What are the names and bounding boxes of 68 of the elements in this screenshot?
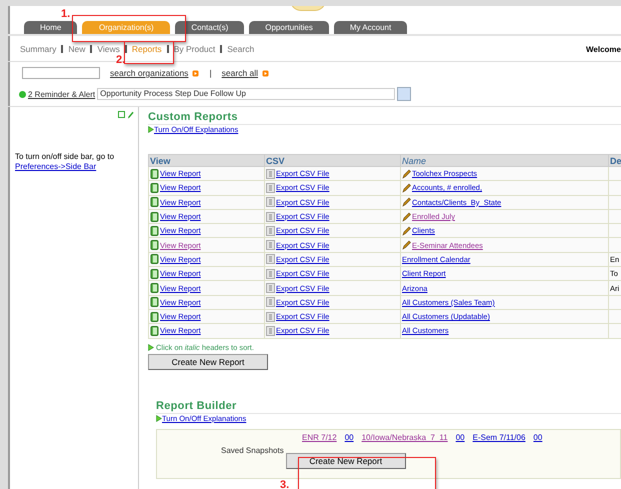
- create-report-button[interactable]: Create New Report: [148, 354, 268, 370]
- book-icon: [150, 212, 159, 222]
- snapshot-link[interactable]: ENR 7/12: [302, 432, 337, 442]
- step-label: 1.: [61, 8, 70, 20]
- snapshot-link[interactable]: E-Sem 7/11/06: [472, 432, 526, 442]
- status-dot-icon: [19, 90, 26, 98]
- subnav-link[interactable]: Views: [97, 44, 120, 54]
- arrow-icon: [148, 126, 154, 133]
- arrow-icon: [192, 70, 200, 76]
- column-header: De: [608, 154, 621, 166]
- nav-tab[interactable]: My Account: [334, 21, 408, 34]
- snapshots-label: Saved Snapshots: [221, 446, 284, 455]
- snapshot-count-link[interactable]: 00: [456, 432, 465, 442]
- snapshot-link[interactable]: 10/Iowa/Nebraska_7_11: [362, 432, 448, 442]
- book-icon: [150, 254, 159, 264]
- snapshot-count-link[interactable]: 00: [344, 432, 354, 442]
- book-icon: [150, 226, 159, 236]
- document-icon: [266, 297, 275, 308]
- pencil-icon: [127, 111, 134, 119]
- book-icon: [150, 240, 159, 250]
- nav-tab[interactable]: Contact(s): [175, 21, 244, 34]
- book-icon: [150, 182, 159, 193]
- snapshot-count-link[interactable]: 00: [533, 432, 542, 442]
- window-icon: [118, 111, 125, 118]
- search-link[interactable]: search all: [222, 68, 258, 78]
- arrow-icon: [148, 344, 154, 351]
- book-icon: [150, 283, 159, 294]
- column-header[interactable]: Name: [400, 154, 608, 166]
- document-icon: [266, 168, 275, 179]
- subnav-link[interactable]: By Product: [174, 44, 216, 54]
- document-icon: [266, 197, 275, 208]
- section-title: Report Builder: [156, 400, 621, 414]
- book-icon: [150, 268, 159, 279]
- step-label: 3.: [280, 479, 290, 489]
- arrow-icon: [156, 414, 162, 422]
- welcome-text: Welcome: [586, 44, 621, 54]
- separator-text: |: [209, 68, 212, 78]
- book-icon: [150, 297, 159, 308]
- book-icon: [150, 312, 159, 322]
- document-icon: [266, 326, 275, 336]
- document-icon: [266, 182, 275, 193]
- document-icon: [266, 212, 275, 222]
- alert-dropdown[interactable]: Opportunity Process Step Due Follow Up: [97, 88, 396, 100]
- arrow-icon: [262, 70, 270, 76]
- nav-tab[interactable]: Home: [24, 21, 78, 34]
- document-icon: [266, 240, 275, 250]
- section-title: Custom Reports: [148, 111, 621, 125]
- document-icon: [266, 268, 275, 279]
- document-icon: [266, 312, 275, 322]
- subnav-link[interactable]: New: [68, 44, 86, 54]
- create-report-button[interactable]: Create New Report: [286, 452, 406, 469]
- subnav-link[interactable]: Search: [227, 44, 254, 54]
- subnav-link[interactable]: Summary: [20, 44, 56, 54]
- column-header: View: [148, 154, 264, 166]
- step-label: 2.: [116, 54, 126, 66]
- book-icon: [150, 197, 159, 208]
- search-link[interactable]: search organizations: [110, 68, 188, 78]
- reminder-link[interactable]: 2 Reminder & Alert: [28, 90, 96, 98]
- sidebar-text: To turn on/off side bar, go to: [15, 152, 114, 161]
- book-icon: [150, 326, 159, 336]
- preferences-link[interactable]: Preferences->Side Bar: [15, 162, 96, 171]
- document-icon: [266, 283, 275, 294]
- document-icon: [266, 226, 275, 236]
- search-field[interactable]: [22, 67, 100, 79]
- document-icon: [266, 254, 275, 264]
- nav-tab[interactable]: Opportunities: [249, 21, 329, 34]
- book-icon: [150, 168, 159, 179]
- column-header: CSV: [264, 154, 400, 166]
